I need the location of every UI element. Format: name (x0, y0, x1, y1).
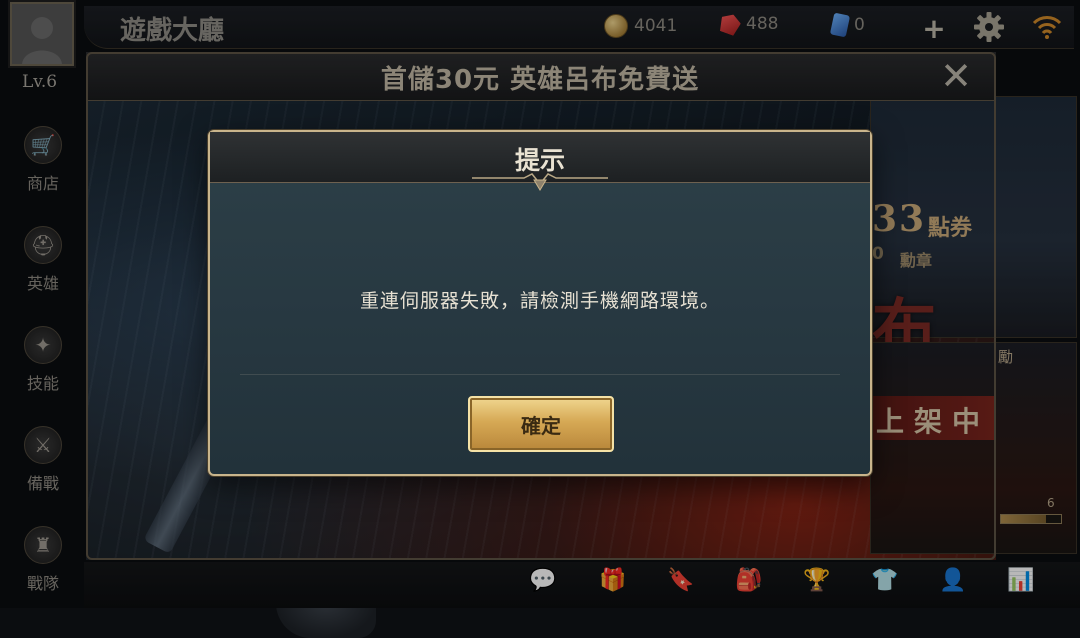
alert-divider (240, 374, 840, 375)
confirm-button-label: 確定 (521, 413, 561, 438)
alert-dialog: 提示 重連伺服器失敗，請檢測手機網路環境。 確定 (208, 130, 872, 476)
header-ornament-icon (472, 173, 608, 191)
confirm-button[interactable]: 確定 (468, 396, 614, 452)
alert-message: 重連伺服器失敗，請檢測手機網路環境。 (359, 290, 720, 312)
